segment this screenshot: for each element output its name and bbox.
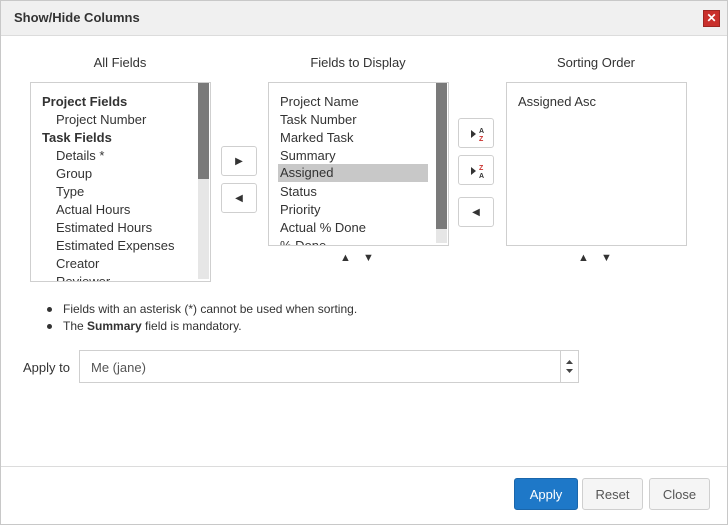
all-fields-list[interactable]: Project Fields Project Number Task Field…	[30, 82, 211, 282]
sort-ascending-button[interactable]: A Z	[458, 118, 494, 148]
select-updown-icon	[560, 351, 578, 382]
sort-move-down-icon[interactable]: ▼	[601, 252, 612, 264]
updown-arrows-icon	[566, 360, 573, 373]
bullet-icon	[47, 324, 52, 329]
list-item[interactable]: Estimated Hours	[56, 219, 152, 237]
list-item[interactable]: Status	[280, 183, 317, 201]
list-item[interactable]: Creator	[56, 255, 99, 273]
list-item[interactable]: Details *	[56, 147, 104, 165]
bullet-icon	[47, 307, 52, 312]
list-item[interactable]: Actual % Done	[280, 219, 366, 237]
apply-to-value: Me (jane)	[91, 360, 146, 375]
footer-divider	[1, 466, 727, 467]
reset-button[interactable]: Reset	[582, 478, 643, 510]
close-button[interactable]: Close	[649, 478, 710, 510]
list-item-selected[interactable]: Assigned	[278, 164, 428, 182]
sort-descending-icon: Z A	[471, 165, 484, 180]
note-mandatory-prefix: The	[63, 319, 88, 333]
list-group-header: Task Fields	[42, 130, 112, 145]
show-hide-columns-dialog: Show/Hide Columns ✕ All Fields Fields to…	[0, 0, 728, 525]
list-item[interactable]: Project Name	[280, 93, 359, 111]
list-item[interactable]: Task Number	[280, 111, 357, 129]
dialog-title: Show/Hide Columns	[14, 10, 140, 25]
note-mandatory-suffix: field is mandatory.	[141, 319, 242, 333]
apply-button[interactable]: Apply	[514, 478, 578, 510]
list-group-header: Project Fields	[42, 94, 128, 109]
all-fields-scroll-thumb[interactable]	[198, 83, 209, 179]
display-move-up-icon[interactable]: ▲	[340, 252, 351, 264]
display-fields-scroll-thumb[interactable]	[436, 83, 447, 229]
list-item[interactable]: Assigned Asc	[518, 93, 596, 111]
display-fields-list[interactable]: Project Name Task Number Marked Task Sum…	[268, 82, 449, 246]
note-mandatory-field: Summary	[87, 319, 142, 333]
remove-field-button[interactable]: ◀	[221, 183, 257, 213]
list-item[interactable]: Project Number	[56, 111, 146, 129]
sort-move-up-icon[interactable]: ▲	[578, 252, 589, 264]
list-item[interactable]: Type	[56, 183, 84, 201]
close-icon[interactable]: ✕	[703, 10, 720, 27]
list-item[interactable]: Estimated Expenses	[56, 237, 175, 255]
notes-list: Fields with an asterisk (*) cannot be us…	[45, 301, 357, 335]
svg-text:A: A	[479, 128, 484, 135]
sort-descending-button[interactable]: Z A	[458, 155, 494, 185]
sorting-order-list[interactable]: Assigned Asc	[506, 82, 687, 246]
sort-ascending-icon: A Z	[471, 128, 484, 143]
note-asterisk-text: Fields with an asterisk (*) cannot be us…	[63, 302, 358, 316]
all-fields-header: All Fields	[93, 55, 147, 70]
fields-to-display-header: Fields to Display	[310, 55, 406, 70]
list-item[interactable]: Marked Task	[280, 129, 353, 147]
list-item[interactable]: Reviewer	[56, 273, 110, 281]
list-item[interactable]: Priority	[280, 201, 320, 219]
list-item[interactable]: Summary	[280, 147, 336, 165]
list-item[interactable]: Group	[56, 165, 92, 183]
display-move-down-icon[interactable]: ▼	[363, 252, 374, 264]
svg-text:A: A	[479, 173, 484, 180]
dialog-titlebar: Show/Hide Columns ✕	[1, 1, 727, 36]
note-item: Fields with an asterisk (*) cannot be us…	[45, 301, 357, 318]
add-field-button[interactable]: ▶	[221, 146, 257, 176]
remove-sort-button[interactable]: ◀	[458, 197, 494, 227]
list-item[interactable]: % Done	[280, 237, 326, 245]
note-item: The Summary field is mandatory.	[45, 318, 357, 335]
list-item[interactable]: Actual Hours	[56, 201, 130, 219]
apply-to-label: Apply to	[23, 360, 70, 375]
svg-text:Z: Z	[479, 136, 484, 143]
display-fields-scrollbar[interactable]	[436, 83, 447, 243]
all-fields-scrollbar[interactable]	[198, 83, 209, 279]
apply-to-select[interactable]: Me (jane)	[79, 350, 579, 383]
svg-text:Z: Z	[479, 165, 484, 172]
sorting-order-header: Sorting Order	[556, 55, 636, 70]
